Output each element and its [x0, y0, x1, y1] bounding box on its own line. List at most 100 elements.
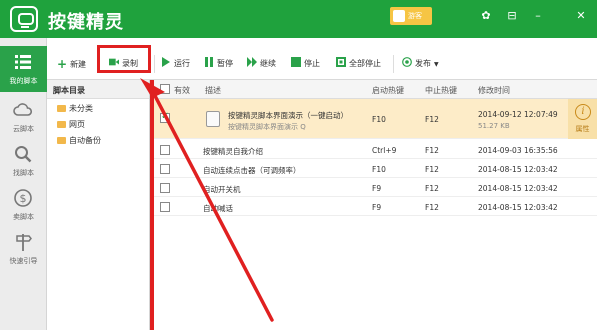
script-title: 按键精灵自我介绍 [203, 147, 263, 156]
table-row[interactable]: 按键精灵脚本界面演示（一键启动） 按键精灵脚本界面演示 Q F10 F12 20… [150, 99, 597, 139]
toolbar-divider [154, 55, 155, 73]
cloud-icon [13, 103, 33, 116]
stop-all-button[interactable]: 全部停止 [336, 57, 381, 71]
nav-label: 快速引导 [9, 257, 38, 265]
column-header-stop-hotkey[interactable]: 中止热键 [425, 85, 457, 96]
start-hotkey: F10 [372, 165, 386, 174]
svg-text:$: $ [20, 192, 27, 205]
script-title: 自动连续点击器（可调频率） [203, 166, 301, 175]
nav-label: 找脚本 [13, 169, 34, 177]
resume-label: 继续 [260, 59, 276, 68]
user-badge[interactable]: 游客 [390, 7, 432, 25]
folder-item[interactable]: 自动备份 [47, 131, 149, 147]
nav-label: 我的脚本 [9, 77, 38, 85]
resume-icon [247, 57, 257, 67]
nav-find-scripts[interactable]: 找脚本 [0, 138, 47, 184]
left-nav: 我的脚本 云脚本 找脚本 $ 卖脚本 快速引导 [0, 38, 47, 330]
title-bar: 按键精灵 游客 ✿ ⊟ – ✕ [0, 0, 597, 38]
close-button[interactable]: ✕ [572, 7, 590, 25]
row-checkbox[interactable] [160, 164, 170, 174]
table-row[interactable]: 按键精灵自我介绍 Ctrl+9 F12 2014-09-03 16:35:56 [150, 141, 597, 159]
new-label: 新建 [70, 60, 87, 69]
column-header-description[interactable]: 描述 [205, 85, 221, 96]
list-icon [15, 55, 31, 69]
stop-button[interactable]: 停止 [291, 57, 320, 71]
pause-button[interactable]: 暂停 [204, 57, 233, 71]
publish-dropdown[interactable]: 发布 ▼ [402, 57, 439, 71]
nav-quick-guide[interactable]: 快速引导 [0, 226, 47, 272]
signpost-icon [16, 234, 32, 251]
row-checkbox[interactable] [160, 183, 170, 193]
column-header-modified[interactable]: 修改时间 [478, 85, 510, 96]
stop-all-label: 全部停止 [349, 59, 381, 68]
column-header-start-hotkey[interactable]: 启动热键 [372, 85, 404, 96]
search-icon [15, 146, 32, 163]
stop-hotkey: F12 [425, 146, 439, 155]
file-size: 51.27 KB [478, 122, 510, 130]
script-file-icon [206, 111, 220, 127]
script-subtitle: 按键精灵脚本界面演示 Q [228, 123, 306, 131]
properties-panel-button[interactable]: i 属性 [568, 99, 597, 139]
properties-label: 属性 [575, 125, 590, 133]
stop-hotkey: F12 [425, 115, 439, 124]
folder-label: 自动备份 [69, 136, 101, 145]
table-header: 有效 描述 启动热键 中止热键 修改时间 [150, 80, 597, 99]
modified-time: 2014-09-03 16:35:56 [478, 146, 558, 155]
start-hotkey: Ctrl+9 [372, 146, 397, 155]
folder-icon [57, 137, 66, 144]
script-table: 有效 描述 启动热键 中止热键 修改时间 按键精灵脚本界面演示（一键启动） 按键… [150, 80, 597, 330]
skin-icon[interactable]: ⊟ [503, 7, 521, 25]
folder-icon [57, 121, 66, 128]
toolbar-divider [393, 55, 394, 73]
table-row[interactable]: 自动开关机 F9 F12 2014-08-15 12:03:42 [150, 179, 597, 197]
chevron-down-icon: ▼ [434, 61, 439, 68]
folder-icon [57, 105, 66, 112]
stop-hotkey: F12 [425, 165, 439, 174]
row-checkbox[interactable] [160, 202, 170, 212]
resume-button[interactable]: 继续 [247, 57, 276, 71]
run-button[interactable]: 运行 [161, 57, 190, 71]
row-checkbox[interactable] [160, 111, 170, 123]
modified-time: 2014-08-15 12:03:42 [478, 184, 558, 193]
stop-icon [291, 57, 301, 67]
annotation-highlight-column [150, 80, 154, 330]
modified-time: 2014-09-12 12:07:49 [478, 110, 558, 119]
minimize-button[interactable]: – [529, 7, 547, 25]
table-row[interactable]: 自动连续点击器（可调频率） F10 F12 2014-08-15 12:03:4… [150, 160, 597, 178]
script-directory: 脚本目录 未分类 网页 自动备份 [47, 80, 150, 330]
folder-item[interactable]: 网页 [47, 115, 149, 131]
start-hotkey: F9 [372, 203, 382, 212]
nav-my-scripts[interactable]: 我的脚本 [0, 46, 47, 92]
pause-label: 暂停 [217, 59, 233, 68]
run-label: 运行 [174, 59, 190, 68]
select-all-checkbox[interactable] [160, 84, 170, 94]
pause-icon [205, 57, 213, 67]
annotation-highlight-box [97, 45, 151, 73]
nav-label: 云脚本 [13, 125, 34, 133]
new-button[interactable]: + 新建 [57, 57, 86, 71]
avatar [393, 10, 405, 22]
plus-icon: + [57, 57, 68, 71]
app-title: 按键精灵 [48, 12, 124, 33]
column-header-enabled[interactable]: 有效 [174, 85, 190, 96]
nav-sell-scripts[interactable]: $ 卖脚本 [0, 182, 47, 228]
dollar-icon: $ [14, 189, 32, 207]
folder-item[interactable]: 未分类 [47, 99, 149, 115]
nav-cloud-scripts[interactable]: 云脚本 [0, 94, 47, 140]
stop-hotkey: F12 [425, 203, 439, 212]
table-row[interactable]: 自动喊话 F9 F12 2014-08-15 12:03:42 [150, 198, 597, 216]
start-hotkey: F10 [372, 115, 386, 124]
nav-label: 卖脚本 [13, 213, 34, 221]
script-title: 自动喊话 [203, 204, 233, 213]
directory-header: 脚本目录 [47, 80, 149, 99]
stop-label: 停止 [304, 59, 320, 68]
play-icon [162, 57, 170, 67]
stop-hotkey: F12 [425, 184, 439, 193]
publish-icon [402, 57, 412, 67]
publish-label: 发布 [415, 59, 431, 68]
settings-icon[interactable]: ✿ [477, 7, 495, 25]
app-logo-icon [10, 6, 38, 32]
row-checkbox[interactable] [160, 145, 170, 155]
folder-label: 未分类 [69, 104, 93, 113]
folder-label: 网页 [69, 120, 85, 129]
